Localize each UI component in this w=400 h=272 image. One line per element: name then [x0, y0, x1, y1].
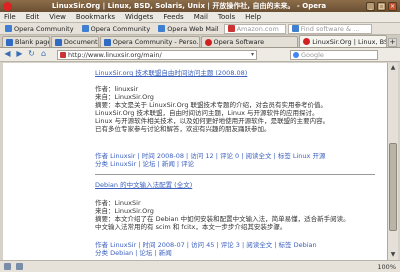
menu-mail[interactable]: Mail — [194, 13, 208, 21]
vertical-scrollbar[interactable]: ▲ ▼ — [387, 63, 398, 260]
scroll-up-icon[interactable]: ▲ — [389, 64, 397, 72]
menu-view[interactable]: View — [49, 13, 66, 21]
page-left-margin — [3, 63, 91, 260]
tab-linuxsir[interactable]: LinuxSir.Org | Linux, BS... × — [299, 35, 388, 47]
bookmark-find-software[interactable]: Find software & ... — [287, 23, 372, 34]
address-toolbar: ◀ ▶ ↻ ⌂ http://www.linuxsir.org/main/ ▾ … — [0, 48, 400, 62]
scroll-down-icon[interactable]: ▼ — [389, 251, 397, 259]
article-2: Debian 的中文输入法配置 (全文) — [95, 179, 375, 189]
opera-logo-icon — [3, 1, 12, 11]
tab-opera-software[interactable]: Opera Software — [200, 36, 299, 47]
close-button[interactable]: × — [388, 1, 397, 11]
tab-opera-community[interactable]: Opera Community - Perso... — [99, 36, 200, 47]
reload-icon[interactable]: ↻ — [27, 50, 36, 59]
menu-tools[interactable]: Tools — [218, 13, 235, 21]
bookmark-opera-community[interactable]: Opera Community — [2, 24, 77, 34]
tab-bar: Blank page Documents Opera Community - P… — [0, 35, 400, 48]
site-icon — [60, 51, 66, 58]
window-titlebar: LinuxSir.Org | Linux, BSD, Solaris, Unix… — [0, 0, 400, 12]
window-title: LinuxSir.Org | Linux, BSD, Solaris, Unix… — [51, 2, 327, 10]
menu-help[interactable]: Help — [245, 13, 261, 21]
opera-icon — [204, 38, 212, 46]
article-2-title[interactable]: Debian 的中文输入法配置 (全文) — [95, 179, 375, 189]
search-input[interactable]: Google — [290, 50, 378, 60]
menu-bar: File Edit View Bookmarks Widgets Feeds M… — [0, 12, 400, 23]
page-icon — [54, 38, 62, 46]
transfer-icon[interactable] — [16, 263, 23, 270]
status-bar: 100% — [0, 260, 400, 272]
mail-bookmark-icon — [158, 25, 166, 32]
article-2-body: 作者：LinuxSir 来自：LinuxSir.Org 摘要：本文介绍了在 De… — [95, 199, 350, 231]
article-1-links: 作者 Linuxsir | 时间 2008-08 | 访问 12 | 评论 0 … — [95, 152, 326, 168]
bookmark-amazon[interactable]: Amazon.com — [223, 23, 286, 34]
bookmarks-bar: Opera Community Opera Community Opera We… — [0, 23, 400, 35]
tab-documents[interactable]: Documents — [50, 36, 99, 47]
opera-bookmark-icon — [81, 25, 89, 32]
menu-file[interactable]: File — [4, 13, 16, 21]
chevron-down-icon[interactable]: ▾ — [251, 51, 254, 58]
new-tab-button[interactable]: + — [388, 38, 397, 47]
menu-feeds[interactable]: Feeds — [163, 13, 183, 21]
forward-icon[interactable]: ▶ — [15, 50, 24, 59]
article-1-title[interactable]: LinuxSir.org 技术联盟自由时间访问主题 (2008.08) — [95, 67, 375, 77]
home-icon[interactable]: ⌂ — [39, 50, 48, 59]
article-1-body: 作者：linuxsir 来自：LinuxSir.Org 摘要：本文是关于 Lin… — [95, 85, 330, 133]
page-icon — [6, 38, 13, 46]
opera-bookmark-icon — [5, 25, 12, 32]
bookmark-opera-community-2[interactable]: Opera Community — [79, 24, 154, 34]
page-content: LinuxSir.org 技术联盟自由时间访问主题 (2008.08) 作者：l… — [3, 63, 387, 260]
back-icon[interactable]: ◀ — [3, 50, 12, 59]
software-bookmark-icon — [291, 25, 299, 32]
article-1: LinuxSir.org 技术联盟自由时间访问主题 (2008.08) — [95, 67, 375, 77]
minimize-button[interactable]: _ — [366, 1, 375, 11]
address-input[interactable]: http://www.linuxsir.org/main/ ▾ — [57, 49, 257, 60]
zoom-level[interactable]: 100% — [377, 263, 396, 271]
amazon-bookmark-icon — [227, 25, 235, 32]
menu-widgets[interactable]: Widgets — [125, 13, 153, 21]
panel-toggle-icon[interactable] — [4, 263, 11, 270]
google-icon — [293, 52, 299, 58]
page-icon — [103, 38, 111, 46]
menu-edit[interactable]: Edit — [26, 13, 40, 21]
maximize-button[interactable]: □ — [377, 1, 386, 11]
article-divider — [95, 174, 375, 175]
article-2-links: 作者 LinuxSir | 时间 2008-07 | 访问 45 | 评论 3 … — [95, 241, 317, 257]
opera-icon — [303, 38, 311, 45]
menu-bookmarks[interactable]: Bookmarks — [76, 13, 115, 21]
tab-blank-page[interactable]: Blank page — [2, 36, 50, 47]
scroll-thumb[interactable] — [389, 143, 397, 231]
bookmark-opera-web-mail[interactable]: Opera Web Mail — [155, 24, 221, 34]
